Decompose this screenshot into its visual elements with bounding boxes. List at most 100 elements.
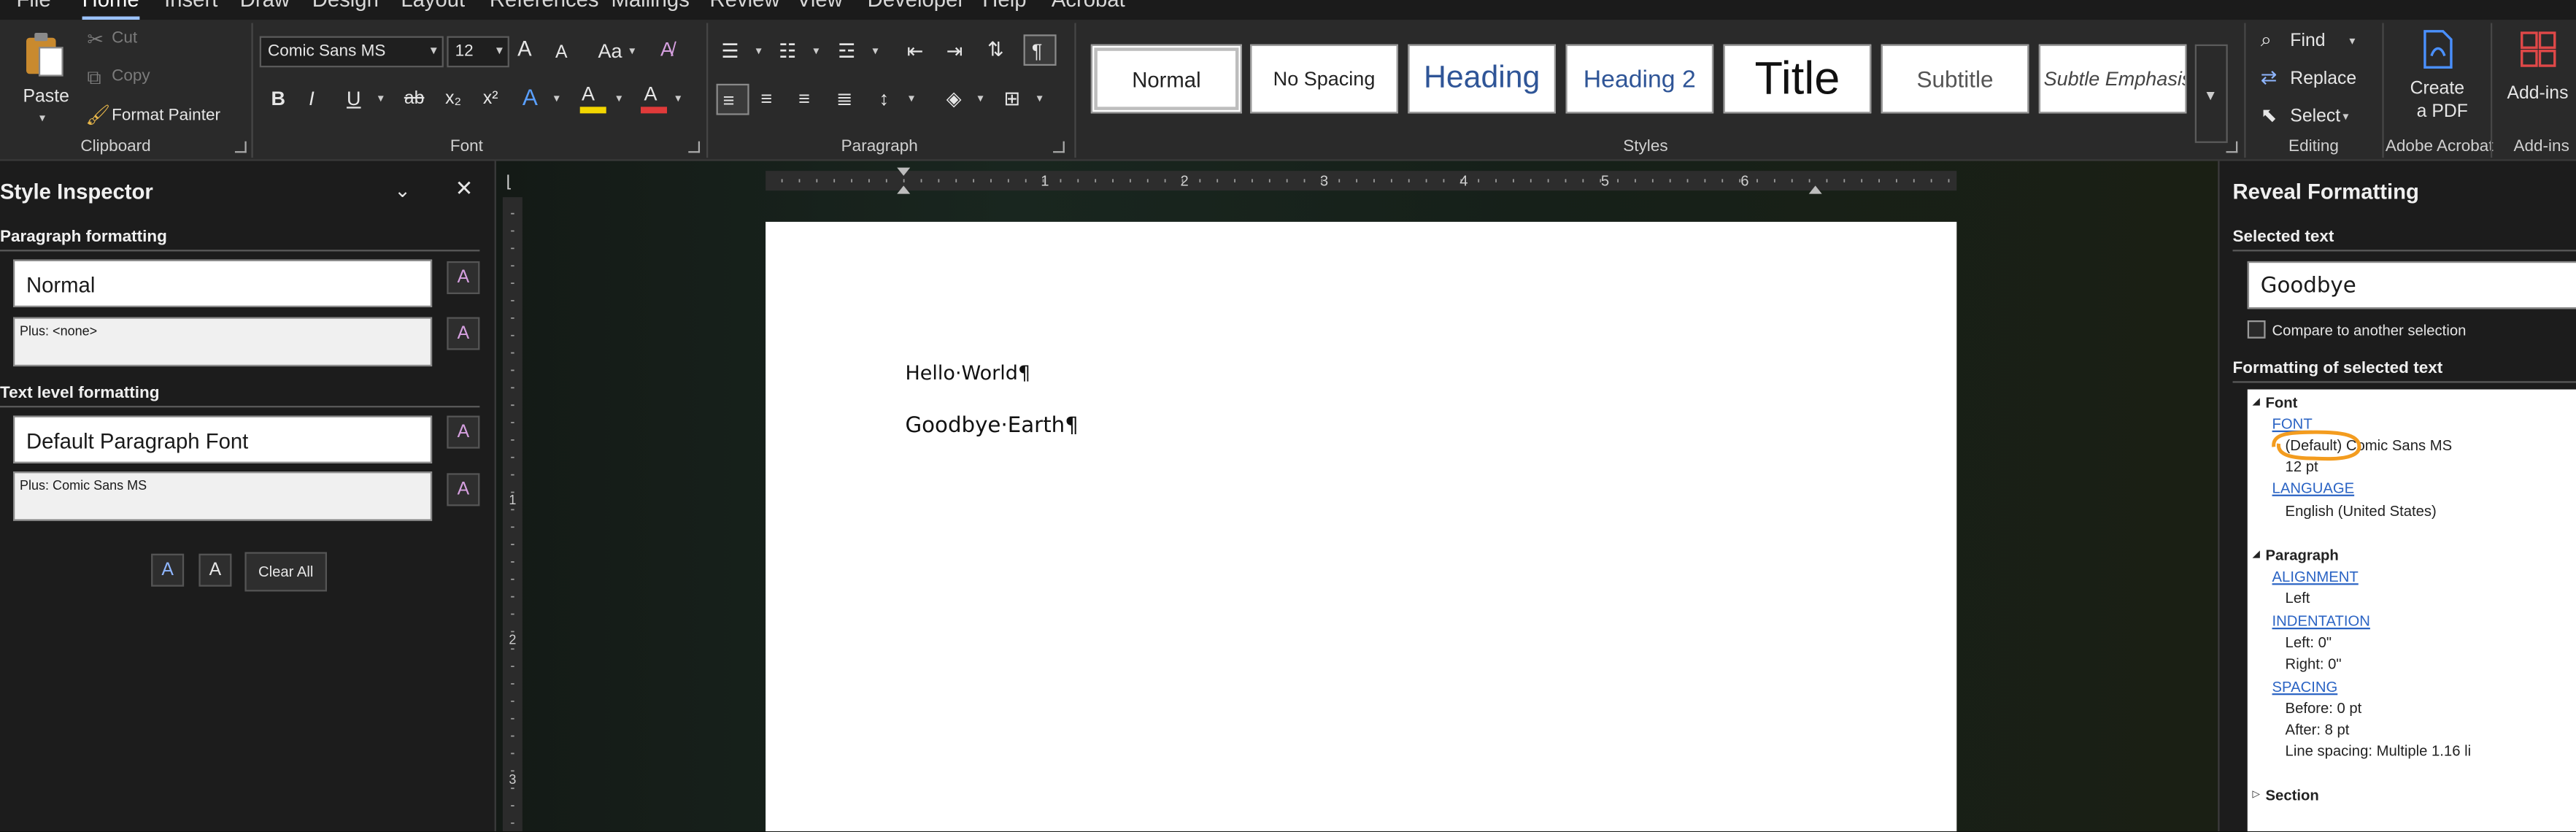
style-title[interactable]: Title xyxy=(1723,44,1872,114)
indentation-link[interactable]: INDENTATION xyxy=(2272,613,2370,630)
bullets-icon[interactable]: ☰ xyxy=(721,39,739,63)
tab-draw[interactable]: Draw xyxy=(240,0,290,12)
tab-insert[interactable]: Insert xyxy=(164,0,217,12)
chevron-down-icon[interactable]: ⌄ xyxy=(394,179,411,202)
numbering-icon[interactable]: ☷ xyxy=(779,39,796,63)
align-right-icon[interactable]: ≡ xyxy=(798,87,810,110)
subscript-button[interactable]: x₂ xyxy=(445,87,461,110)
tab-review[interactable]: Review xyxy=(710,0,780,12)
highlight-button[interactable]: A xyxy=(582,82,595,106)
tab-acrobat[interactable]: Acrobat xyxy=(1052,0,1125,12)
find-button[interactable]: Find xyxy=(2290,31,2325,51)
paragraph-hello-world[interactable]: Hello·World¶ xyxy=(905,361,1030,385)
alignment-link[interactable]: ALIGNMENT xyxy=(2272,569,2359,585)
style-normal[interactable]: Normal xyxy=(1090,44,1242,114)
shrink-font-button[interactable]: A xyxy=(555,41,568,64)
ruler-ticks xyxy=(511,212,514,824)
increase-indent-icon[interactable]: ⇥ xyxy=(946,39,963,63)
collapse-icon[interactable]: ◢ xyxy=(2253,396,2260,408)
new-style-plus-icon[interactable]: A xyxy=(198,553,232,587)
italic-button[interactable]: I xyxy=(309,87,315,110)
tree-node-paragraph[interactable]: Paragraph xyxy=(2266,547,2339,564)
spacing-link[interactable]: SPACING xyxy=(2272,679,2338,696)
divider xyxy=(0,250,480,252)
cut-button[interactable]: Cut xyxy=(112,30,137,48)
horizontal-ruler[interactable]: 1 2 3 4 5 6 ⌊ xyxy=(496,164,2218,197)
align-center-icon[interactable]: ≡ xyxy=(760,87,772,110)
align-left-icon: ≡ xyxy=(722,88,735,112)
tab-design[interactable]: Design xyxy=(312,0,379,12)
strikethrough-button[interactable]: ab xyxy=(404,87,425,110)
decrease-indent-icon[interactable]: ⇤ xyxy=(907,39,924,63)
tab-developer[interactable]: Developer xyxy=(868,0,965,12)
select-button[interactable]: Select xyxy=(2290,107,2340,126)
create-pdf-button[interactable]: Create a PDF xyxy=(2395,26,2480,135)
style-subtle-emphasis[interactable]: Subtle Emphasis xyxy=(2038,44,2187,114)
grow-font-button[interactable]: A xyxy=(517,37,532,61)
multilevel-list-icon[interactable]: ☲ xyxy=(838,39,855,63)
new-style-icon[interactable]: A xyxy=(447,261,480,294)
style-subtitle[interactable]: Subtitle xyxy=(1881,44,2029,114)
shading-icon[interactable]: ◈ xyxy=(946,87,962,110)
tab-references[interactable]: References xyxy=(490,0,599,12)
replace-button[interactable]: Replace xyxy=(2290,69,2356,89)
clear-character-formatting-icon[interactable]: A xyxy=(447,473,480,506)
compare-checkbox[interactable] xyxy=(2247,320,2266,339)
chevron-down-icon: ▾ xyxy=(977,93,984,106)
tab-layout[interactable]: Layout xyxy=(401,0,465,12)
style-inspector-reveal-icon[interactable]: A xyxy=(151,553,185,587)
font-size-value: 12 pt xyxy=(2285,458,2318,475)
tab-view[interactable]: View xyxy=(797,0,843,12)
text-effects-button[interactable]: A xyxy=(522,85,538,109)
bold-button[interactable]: B xyxy=(271,87,285,110)
paragraph-launcher[interactable] xyxy=(1053,141,1065,153)
paragraph-goodbye-earth[interactable]: Goodbye·Earth¶ xyxy=(905,414,1078,439)
document-page[interactable]: Hello·World¶ Goodbye·Earth¶ xyxy=(766,221,1957,832)
align-left-button[interactable]: ≡ xyxy=(716,83,749,115)
clear-all-button[interactable]: Clear All xyxy=(244,552,328,592)
style-heading[interactable]: Heading xyxy=(1408,44,1556,114)
close-icon[interactable]: ✕ xyxy=(455,177,474,201)
change-case-button[interactable]: Aa xyxy=(598,39,622,63)
superscript-button[interactable]: x² xyxy=(483,87,498,110)
show-hide-button[interactable]: ¶ xyxy=(1023,34,1057,66)
clear-paragraph-formatting-icon[interactable]: A xyxy=(447,317,480,350)
tree-node-section[interactable]: Section xyxy=(2266,787,2319,804)
pane-title: Reveal Formatting xyxy=(2232,179,2419,204)
expand-icon[interactable]: ▷ xyxy=(2253,789,2260,801)
justify-icon[interactable]: ≣ xyxy=(836,87,853,110)
underline-button[interactable]: U xyxy=(347,87,361,110)
font-launcher[interactable] xyxy=(688,141,701,153)
language-link[interactable]: LANGUAGE xyxy=(2272,479,2355,496)
paste-button[interactable]: Paste ▾ xyxy=(13,26,76,131)
tab-home[interactable]: Home xyxy=(82,0,139,20)
clear-formatting-icon[interactable]: A̸ xyxy=(660,38,674,61)
highlight-color-bar xyxy=(579,107,606,114)
collapse-icon[interactable]: ◢ xyxy=(2253,549,2260,561)
font-color-button[interactable]: A xyxy=(644,82,658,106)
tab-mailings[interactable]: Mailings xyxy=(611,0,689,12)
editing-group-label: Editing xyxy=(2288,138,2339,156)
styles-gallery-more[interactable]: ▾ xyxy=(2194,44,2228,143)
divider xyxy=(251,23,253,158)
style-heading-2[interactable]: Heading 2 xyxy=(1565,44,1714,114)
clipboard-launcher[interactable] xyxy=(234,141,247,153)
borders-icon[interactable]: ⊞ xyxy=(1004,87,1021,110)
format-painter-button[interactable]: Format Painter xyxy=(112,107,220,125)
line-spacing-icon[interactable]: ↕ xyxy=(879,87,889,110)
ruler-number: 6 xyxy=(1740,173,1748,189)
styles-launcher[interactable] xyxy=(2226,141,2238,153)
create-pdf-label-2: a PDF xyxy=(2416,101,2468,122)
font-size-combo[interactable]: 12 ▾ xyxy=(447,36,509,68)
vertical-ruler[interactable]: 1 2 3 xyxy=(502,197,522,832)
style-no-spacing[interactable]: No Spacing xyxy=(1250,44,1398,114)
text-plus-value: Plus: Comic Sans MS xyxy=(20,478,147,493)
tab-help[interactable]: Help xyxy=(982,0,1026,12)
character-style-icon[interactable]: A xyxy=(447,415,480,449)
tree-node-font[interactable]: Font xyxy=(2266,394,2298,411)
addins-button[interactable]: Add-ins xyxy=(2497,26,2576,135)
sort-icon[interactable]: ⇅ xyxy=(987,38,1004,61)
tab-file[interactable]: File xyxy=(17,0,51,12)
font-name-combo[interactable]: Comic Sans MS ▾ xyxy=(259,36,444,68)
copy-button[interactable]: Copy xyxy=(112,67,150,85)
